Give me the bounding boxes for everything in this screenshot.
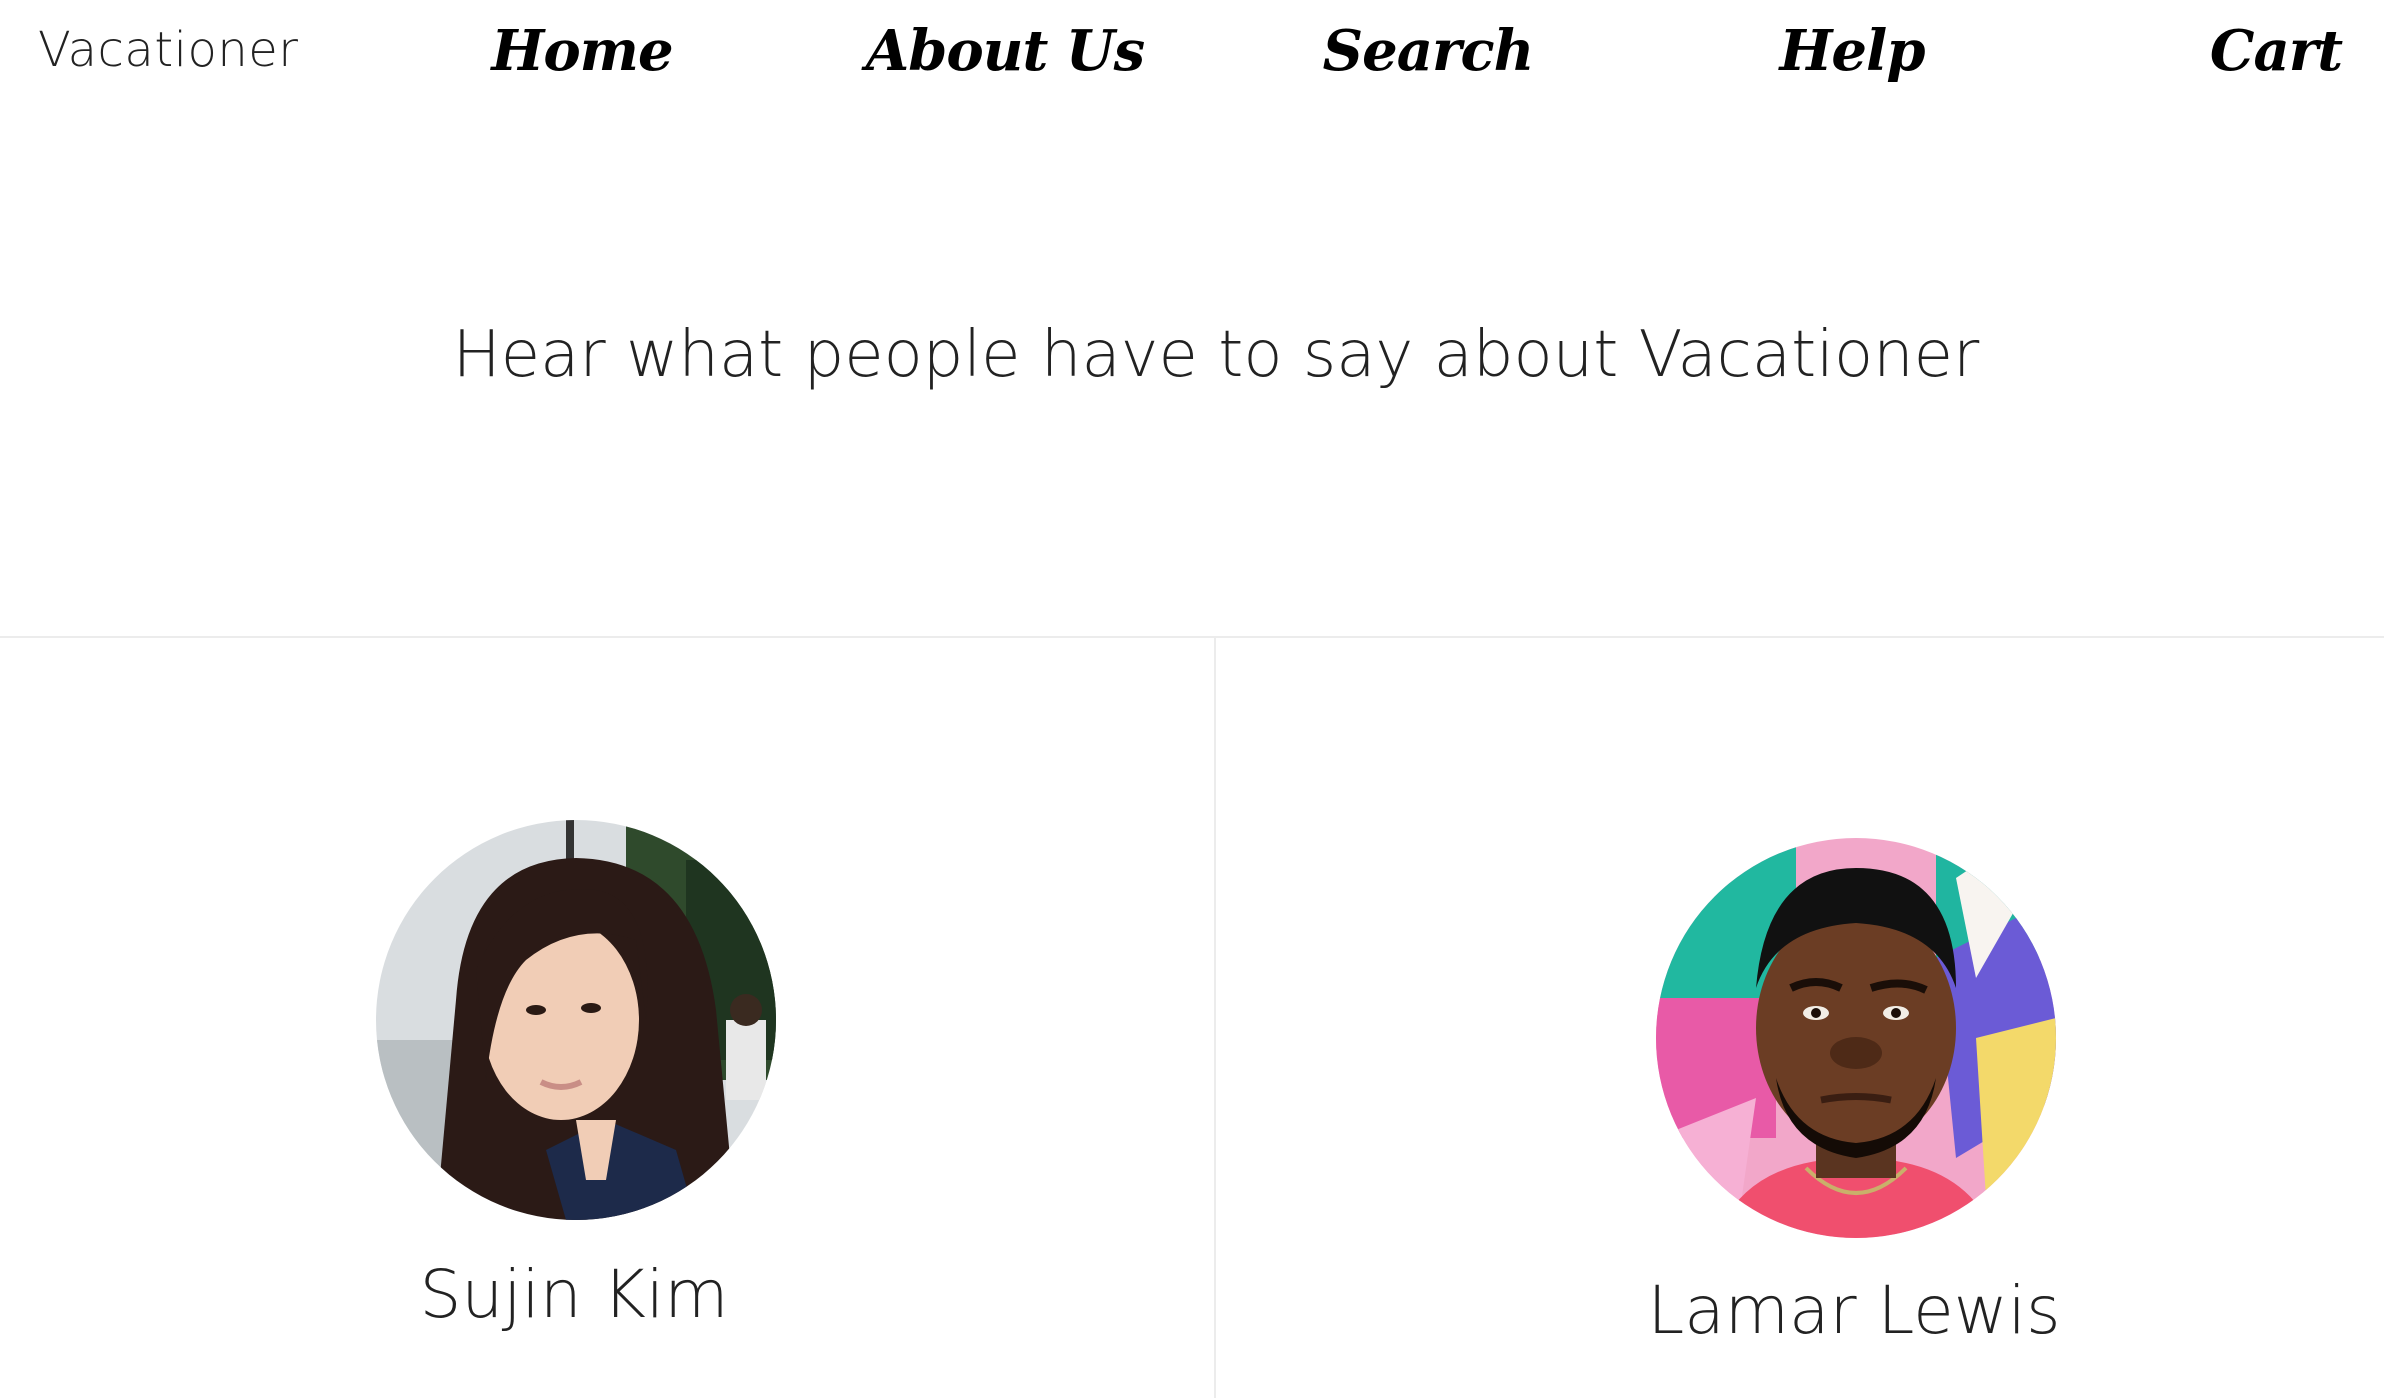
testimonial-name: Sujin Kim	[419, 1256, 729, 1333]
page: Vacationer Home About Us Search Help Car…	[0, 0, 2384, 1398]
nav-home[interactable]: Home	[491, 18, 673, 84]
testimonial-name: Lamar Lewis	[1647, 1272, 2061, 1349]
man-portrait-photo	[1656, 838, 2056, 1238]
brand-logo[interactable]: Vacationer	[38, 22, 299, 78]
avatar	[376, 820, 776, 1220]
section-heading: Hear what people have to say about Vacat…	[452, 318, 1980, 392]
nav-cart[interactable]: Cart	[2210, 18, 2343, 84]
nav-about-us[interactable]: About Us	[866, 18, 1145, 84]
avatar	[1656, 838, 2056, 1238]
section-divider	[0, 636, 2384, 638]
column-divider	[1214, 638, 1216, 1398]
woman-portrait-photo	[376, 820, 776, 1220]
nav-help[interactable]: Help	[1780, 18, 1926, 84]
nav-search[interactable]: Search	[1323, 18, 1535, 84]
